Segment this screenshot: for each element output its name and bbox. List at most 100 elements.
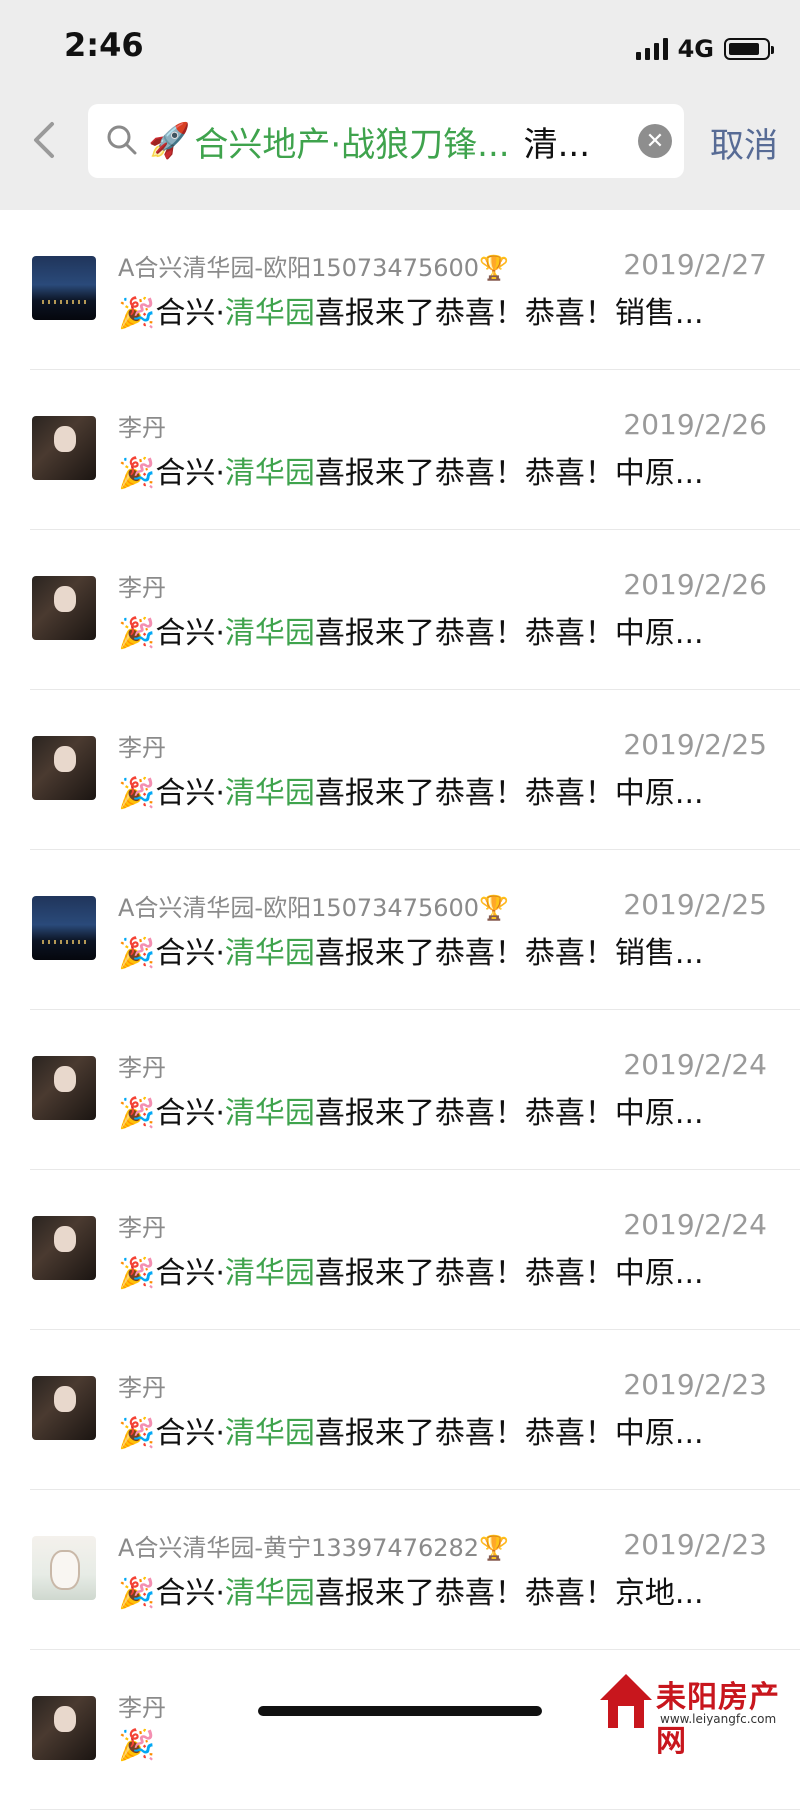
party-popper-emoji-icon: 🎉 bbox=[118, 1256, 156, 1291]
sender-name-text: 李丹 bbox=[118, 1054, 166, 1082]
signal-icon bbox=[635, 38, 668, 60]
search-icon bbox=[107, 125, 137, 155]
search-term: 清... bbox=[523, 124, 591, 165]
network-type: 4G bbox=[677, 35, 714, 63]
search-input[interactable]: 🚀 合兴地产·战狼刀锋... 清... ✕ bbox=[88, 104, 684, 178]
sender-name: A合兴清华园-欧阳15073475600🏆 bbox=[118, 888, 509, 923]
message-highlight: 清华园 bbox=[224, 296, 315, 331]
message-post: 喜报来了恭喜！恭喜！中原... bbox=[314, 616, 704, 651]
party-popper-emoji-icon: 🎉 bbox=[118, 936, 156, 971]
chat-record-item[interactable]: 李丹 2019/2/26 🎉合兴·清华园喜报来了恭喜！恭喜！中原... bbox=[0, 370, 800, 530]
party-popper-emoji-icon: 🎉 bbox=[118, 1728, 156, 1763]
avatar bbox=[32, 416, 96, 480]
message-date: 2019/2/24 bbox=[623, 1208, 767, 1241]
message-highlight: 清华园 bbox=[224, 1096, 315, 1131]
sender-name: 李丹 bbox=[118, 1208, 166, 1243]
search-query: 🚀 合兴地产·战狼刀锋... 清... bbox=[148, 104, 608, 178]
party-popper-emoji-icon: 🎉 bbox=[118, 1416, 156, 1451]
sender-name-text: 李丹 bbox=[118, 1374, 166, 1402]
avatar bbox=[32, 896, 96, 960]
chat-record-item[interactable]: 李丹 2019/2/24 🎉合兴·清华园喜报来了恭喜！恭喜！中原... bbox=[0, 1170, 800, 1330]
message-snippet: 🎉合兴·清华园喜报来了恭喜！恭喜！销售... bbox=[118, 928, 768, 972]
sender-name: 李丹 bbox=[118, 1048, 166, 1083]
sender-name-text: 李丹 bbox=[118, 1214, 166, 1242]
chat-record-item[interactable]: 李丹 2019/2/24 🎉合兴·清华园喜报来了恭喜！恭喜！中原... bbox=[0, 1010, 800, 1170]
message-post: 喜报来了恭喜！恭喜！京地... bbox=[314, 1576, 704, 1611]
avatar bbox=[32, 736, 96, 800]
party-popper-emoji-icon: 🎉 bbox=[118, 296, 156, 331]
trophy-emoji-icon: 🏆 bbox=[479, 1534, 509, 1562]
sender-name-text: A合兴清华园-欧阳15073475600 bbox=[118, 894, 480, 922]
party-popper-emoji-icon: 🎉 bbox=[118, 456, 156, 491]
avatar bbox=[32, 1536, 96, 1600]
chat-record-item[interactable]: 李丹 2019/2/25 🎉合兴·清华园喜报来了恭喜！恭喜！中原... bbox=[0, 690, 800, 850]
message-highlight: 清华园 bbox=[224, 936, 315, 971]
watermark-logo: 耒阳房产网 www.leiyangfc.com bbox=[598, 1668, 798, 1759]
avatar bbox=[32, 1216, 96, 1280]
message-post: 喜报来了恭喜！恭喜！中原... bbox=[314, 1256, 704, 1291]
message-highlight: 清华园 bbox=[224, 616, 315, 651]
clear-search-icon[interactable]: ✕ bbox=[638, 124, 672, 158]
avatar bbox=[32, 1056, 96, 1120]
message-post: 喜报来了恭喜！恭喜！中原... bbox=[314, 1416, 704, 1451]
message-post: 喜报来了恭喜！恭喜！中原... bbox=[314, 456, 704, 491]
message-pre: 合兴· bbox=[155, 296, 225, 331]
message-snippet: 🎉合兴·清华园喜报来了恭喜！恭喜！中原... bbox=[118, 1088, 768, 1132]
party-popper-emoji-icon: 🎉 bbox=[118, 616, 156, 651]
message-date: 2019/2/23 bbox=[623, 1368, 767, 1401]
sender-name: 李丹 bbox=[118, 728, 166, 763]
sender-name: 李丹 bbox=[118, 1688, 166, 1723]
message-pre: 合兴· bbox=[155, 1096, 225, 1131]
message-snippet: 🎉合兴·清华园喜报来了恭喜！恭喜！中原... bbox=[118, 768, 768, 812]
message-pre: 合兴· bbox=[155, 1576, 225, 1611]
message-post: 喜报来了恭喜！恭喜！中原... bbox=[314, 776, 704, 811]
message-pre: 合兴· bbox=[155, 936, 225, 971]
sender-name: 李丹 bbox=[118, 408, 166, 443]
message-date: 2019/2/25 bbox=[623, 728, 767, 761]
trophy-emoji-icon: 🏆 bbox=[479, 894, 509, 922]
home-indicator[interactable] bbox=[258, 1706, 542, 1716]
message-date: 2019/2/26 bbox=[623, 408, 767, 441]
chat-record-item[interactable]: 李丹 2019/2/26 🎉合兴·清华园喜报来了恭喜！恭喜！中原... bbox=[0, 530, 800, 690]
chat-record-item[interactable]: A合兴清华园-黄宁13397476282🏆 2019/2/23 🎉合兴·清华园喜报来… bbox=[0, 1490, 800, 1650]
message-pre: 合兴· bbox=[155, 1256, 225, 1291]
status-time: 2:46 bbox=[64, 26, 144, 64]
chat-record-item[interactable]: 李丹 2019/2/23 🎉合兴·清华园喜报来了恭喜！恭喜！中原... bbox=[0, 1330, 800, 1490]
sender-name: A合兴清华园-欧阳15073475600🏆 bbox=[118, 248, 509, 283]
avatar bbox=[32, 1376, 96, 1440]
message-highlight: 清华园 bbox=[224, 1256, 315, 1291]
message-pre: 合兴· bbox=[155, 776, 225, 811]
chat-record-item[interactable]: A合兴清华园-欧阳15073475600🏆 2019/2/27 🎉合兴·清华园喜报来… bbox=[0, 210, 800, 370]
party-popper-emoji-icon: 🎉 bbox=[118, 1576, 156, 1611]
avatar bbox=[32, 576, 96, 640]
message-highlight: 清华园 bbox=[224, 776, 315, 811]
sender-name: 李丹 bbox=[118, 1368, 166, 1403]
sender-name-text: A合兴清华园-欧阳15073475600 bbox=[118, 254, 480, 282]
back-chevron-icon[interactable] bbox=[30, 120, 60, 160]
battery-icon bbox=[724, 38, 774, 60]
sender-name-text: 李丹 bbox=[118, 1694, 166, 1722]
message-pre: 合兴· bbox=[155, 456, 225, 491]
rocket-emoji-icon: 🚀 bbox=[148, 121, 191, 161]
watermark-url: www.leiyangfc.com bbox=[660, 1712, 777, 1726]
party-popper-emoji-icon: 🎉 bbox=[118, 776, 156, 811]
message-date: 2019/2/24 bbox=[623, 1048, 767, 1081]
chat-filter-tag[interactable]: 合兴地产·战狼刀锋... bbox=[194, 117, 509, 166]
message-post: 喜报来了恭喜！恭喜！销售... bbox=[314, 296, 704, 331]
search-results-list: A合兴清华园-欧阳15073475600🏆 2019/2/27 🎉合兴·清华园喜报来… bbox=[0, 210, 800, 1810]
house-logo-icon bbox=[600, 1674, 652, 1728]
status-icons: 4G bbox=[635, 34, 774, 64]
message-snippet: 🎉合兴·清华园喜报来了恭喜！恭喜！中原... bbox=[118, 448, 768, 492]
chat-record-item[interactable]: A合兴清华园-欧阳15073475600🏆 2019/2/25 🎉合兴·清华园喜报来… bbox=[0, 850, 800, 1010]
sender-name-text: 李丹 bbox=[118, 414, 166, 442]
avatar bbox=[32, 1696, 96, 1760]
sender-name-text: A合兴清华园-黄宁13397476282 bbox=[118, 1534, 480, 1562]
message-pre: 合兴· bbox=[155, 616, 225, 651]
message-snippet: 🎉合兴·清华园喜报来了恭喜！恭喜！中原... bbox=[118, 1408, 768, 1452]
sender-name: A合兴清华园-黄宁13397476282🏆 bbox=[118, 1528, 509, 1563]
cancel-button[interactable]: 取消 bbox=[710, 118, 778, 167]
message-date: 2019/2/25 bbox=[623, 888, 767, 921]
sender-name-text: 李丹 bbox=[118, 734, 166, 762]
message-pre: 合兴· bbox=[155, 1416, 225, 1451]
message-date: 2019/2/26 bbox=[623, 568, 767, 601]
